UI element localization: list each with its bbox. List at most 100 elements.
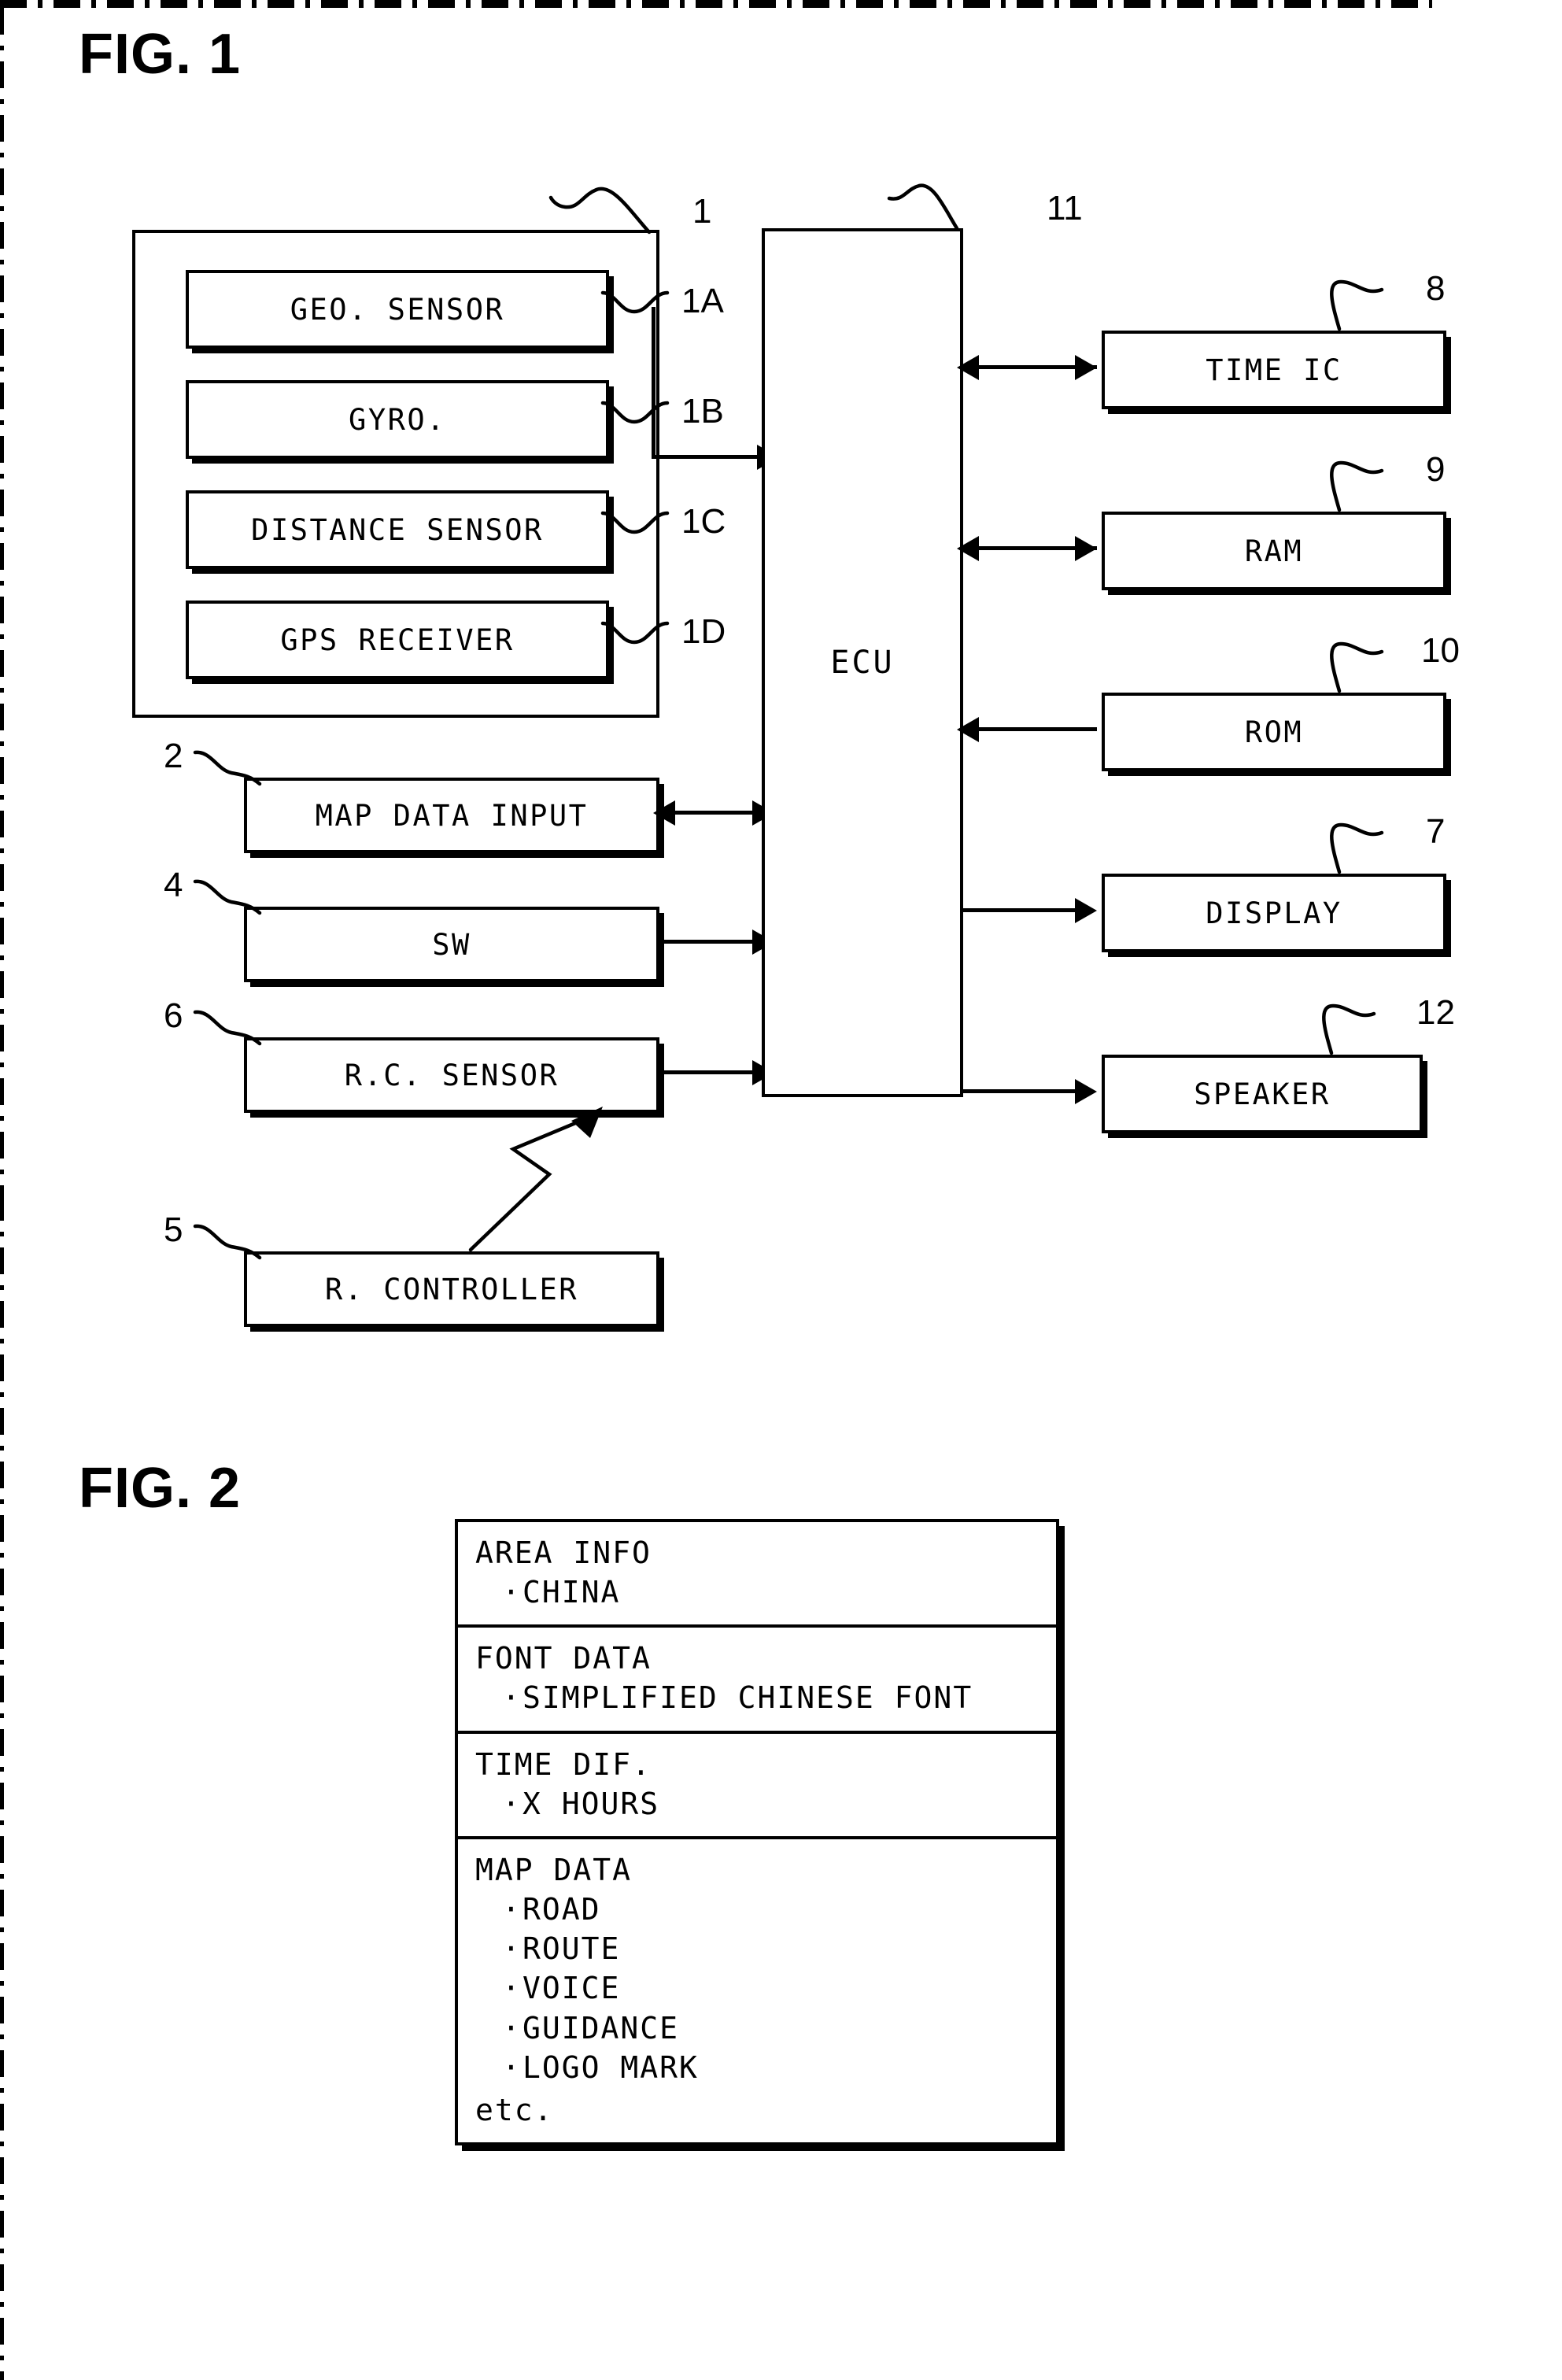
fig2-section-area-info: AREA INFO ·CHINA [458,1522,1056,1628]
block-geo-sensor-label: GEO. SENSOR [290,292,505,327]
ram-arrow-right [1075,536,1097,561]
lead-line-1c [600,511,670,534]
block-display[interactable]: DISPLAY [1102,874,1446,952]
rc-sensor-link [659,1070,762,1074]
block-map-data-input[interactable]: MAP DATA INPUT [244,778,659,853]
lead-line-7 [1330,822,1384,874]
remote-signal-zigzag-arrow [468,1107,603,1252]
block-gyro-label: GYRO. [349,402,446,437]
fig2-item-road: ·ROAD [475,1890,1056,1929]
fig2-item-x-hours: ·X HOURS [475,1784,1056,1824]
figure-1-title: FIG. 1 [79,23,242,86]
ref-numeral-1c: 1C [681,502,726,541]
block-gyro[interactable]: GYRO. [186,380,609,459]
lead-line-1a [600,290,670,314]
enclosure-right-edge [0,1194,4,2380]
display-arrowhead [1075,898,1097,923]
lead-line-4 [193,879,262,915]
lead-line-8 [1330,279,1384,331]
block-speaker[interactable]: SPEAKER [1102,1055,1423,1133]
time-ic-arrow-left [957,355,979,380]
enclosure-bottom-edge [0,4,1432,8]
lead-line-1b [600,401,670,424]
block-sw[interactable]: SW [244,907,659,982]
block-ram-label: RAM [1244,534,1304,568]
bullet-icon: · [502,1892,522,1927]
ref-numeral-7: 7 [1426,812,1446,851]
fig2-item-route-label: ROUTE [523,1931,621,1967]
block-ram[interactable]: RAM [1102,512,1446,590]
sensor-bus-vertical [652,307,655,456]
speaker-arrowhead [1075,1079,1097,1104]
map-data-input-arrow-left [653,800,675,826]
fig2-heading-area-info: AREA INFO [475,1536,652,1570]
fig2-item-guidance: ·GUIDANCE [475,2009,1056,2048]
ref-numeral-1d: 1D [681,612,726,651]
block-distance-sensor-label: DISTANCE SENSOR [251,512,544,547]
fig2-section-map-data: MAP DATA ·ROAD ·ROUTE ·VOICE ·GUIDANCE ·… [458,1839,1056,2142]
bullet-icon: · [502,2010,522,2046]
ref-numeral-10: 10 [1421,631,1460,670]
fig2-item-voice: ·VOICE [475,1968,1056,2008]
bullet-icon: · [502,1680,522,1716]
ref-numeral-1a: 1A [681,282,724,320]
ref-numeral-8: 8 [1426,269,1446,308]
fig2-heading-font-data: FONT DATA [475,1641,652,1676]
block-map-data-input-label: MAP DATA INPUT [315,798,589,833]
block-r-controller[interactable]: R. CONTROLLER [244,1251,659,1327]
block-gps-receiver-label: GPS RECEIVER [280,623,515,657]
speaker-link [963,1089,1078,1093]
block-display-label: DISPLAY [1206,896,1342,930]
fig2-item-logo-mark: ·LOGO MARK [475,2048,1056,2087]
block-geo-sensor[interactable]: GEO. SENSOR [186,270,609,349]
fig2-item-guidance-label: GUIDANCE [523,2010,680,2046]
ref-numeral-6: 6 [164,996,183,1035]
block-r-controller-label: R. CONTROLLER [324,1272,579,1306]
lead-line-11 [887,183,959,231]
bullet-icon: · [502,1931,522,1967]
rom-link [976,727,1097,731]
fig2-item-road-label: ROAD [523,1892,601,1927]
ram-arrow-left [957,536,979,561]
fig2-section-font-data: FONT DATA ·SIMPLIFIED CHINESE FONT [458,1628,1056,1734]
bullet-icon: · [502,1971,522,2006]
bullet-icon: · [502,1575,522,1610]
bullet-icon: · [502,2049,522,2085]
fig2-item-simplified-chinese-font: ·SIMPLIFIED CHINESE FONT [475,1678,1056,1717]
time-ic-arrow-right [1075,355,1097,380]
block-gps-receiver[interactable]: GPS RECEIVER [186,601,609,679]
ref-numeral-11: 11 [1047,189,1083,227]
block-ecu[interactable]: ECU [762,228,963,1097]
block-time-ic-label: TIME IC [1206,353,1342,387]
fig2-item-simplified-chinese-font-label: SIMPLIFIED CHINESE FONT [523,1680,973,1716]
lead-line-5 [193,1224,262,1260]
lead-line-2 [193,750,262,786]
ref-numeral-1b: 1B [681,392,724,431]
block-rom-label: ROM [1244,715,1304,749]
fig2-item-x-hours-label: X HOURS [523,1786,660,1821]
block-rc-sensor-label: R.C. SENSOR [344,1058,559,1092]
fig2-heading-time-dif: TIME DIF. [475,1746,652,1782]
block-rom[interactable]: ROM [1102,693,1446,771]
block-time-ic[interactable]: TIME IC [1102,331,1446,409]
fig2-item-route: ·ROUTE [475,1929,1056,1968]
lead-line-6 [193,1010,262,1046]
block-distance-sensor[interactable]: DISTANCE SENSOR [186,490,609,569]
lead-line-9 [1330,460,1384,512]
rom-arrowhead [957,717,979,742]
figure-2-title: FIG. 2 [79,1457,242,1520]
lead-line-1d [600,621,670,645]
display-link [963,908,1078,912]
block-speaker-label: SPEAKER [1194,1077,1331,1111]
fig2-item-china: ·CHINA [475,1572,1056,1612]
ref-numeral-2: 2 [164,737,183,775]
block-sw-label: SW [432,927,471,962]
fig2-map-data-footer: etc. [475,2092,554,2127]
fig2-section-time-dif: TIME DIF. ·X HOURS [458,1734,1056,1839]
fig2-item-logo-mark-label: LOGO MARK [523,2049,699,2085]
fig2-item-voice-label: VOICE [523,1971,621,2006]
fig2-heading-map-data: MAP DATA [475,1852,633,1887]
ref-numeral-12: 12 [1416,993,1455,1032]
fig2-item-china-label: CHINA [523,1575,621,1610]
enclosure-left-edge [0,8,4,1194]
